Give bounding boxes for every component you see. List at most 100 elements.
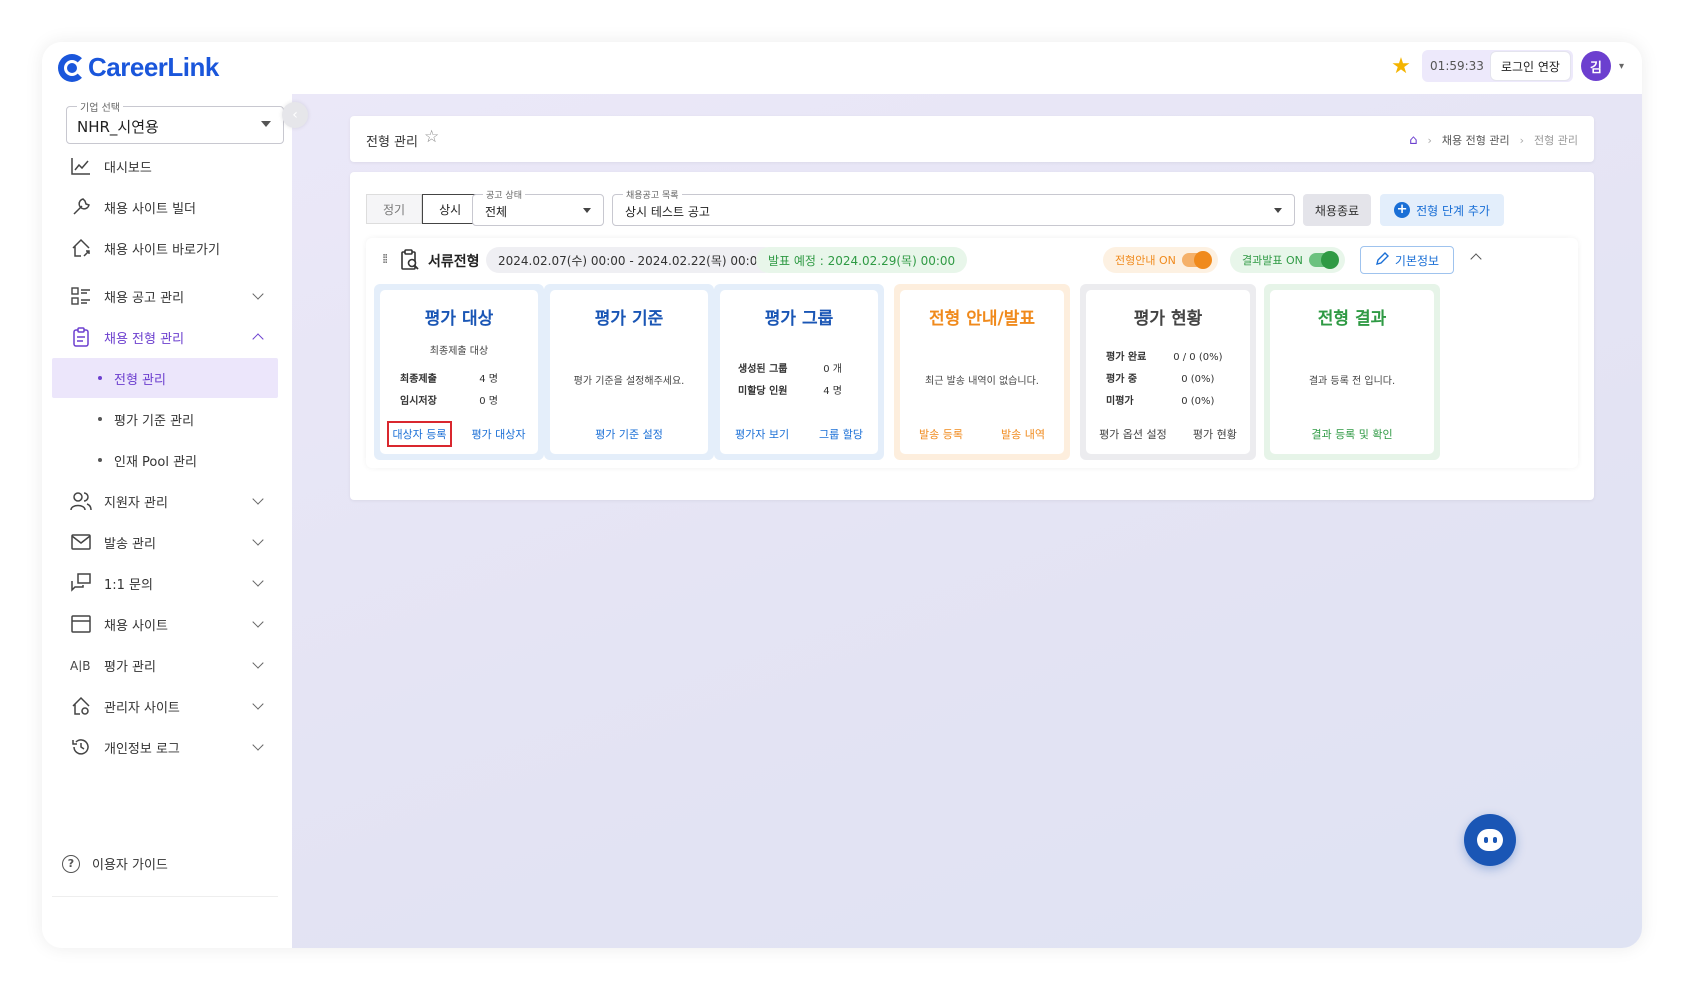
sidebar-subitem-stage-management[interactable]: 전형 관리	[52, 358, 278, 398]
announce-date: 발표 예정 : 2024.02.29(목) 00:00	[756, 247, 968, 273]
eval-targets-link[interactable]: 평가 대상자	[471, 426, 525, 442]
sidebar-collapse-button[interactable]: ‹	[282, 102, 308, 128]
extend-login-button[interactable]: 로그인 연장	[1489, 51, 1571, 81]
sidebar-item-evaluation[interactable]: A|B 평가 관리	[52, 645, 278, 685]
breadcrumb-separator-icon: ›	[1427, 133, 1432, 147]
add-stage-button[interactable]: + 전형 단계 추가	[1380, 194, 1504, 226]
toggle-switch-icon[interactable]	[1308, 251, 1339, 269]
kv-row: 최종제출 4 명	[400, 370, 498, 385]
stage-management-card: 정기 상시 공고 상태 전체 채용공고 목록 상시 테스트 공고 채용종료 + …	[350, 172, 1594, 500]
bookmark-star-icon[interactable]: ☆	[424, 127, 439, 147]
sidebar-item-label: 채용 공고 관리	[104, 290, 185, 306]
posting-list-legend: 채용공고 목록	[623, 188, 682, 201]
sidebar-item-posting[interactable]: 채용 공고 관리	[52, 276, 278, 316]
view-evaluators-link[interactable]: 평가자 보기	[735, 426, 789, 442]
history-icon	[70, 736, 92, 758]
stage-name: 서류전형	[428, 254, 480, 270]
session-timer: 01:59:33	[1430, 59, 1484, 73]
sidebar-divider	[52, 896, 278, 897]
logo-text: CareerLink	[88, 52, 219, 82]
company-select-value: NHR_시연용	[77, 118, 159, 136]
panel-title: 평가 그룹	[764, 309, 834, 329]
posting-status-value: 전체	[485, 205, 508, 219]
eval-options-link[interactable]: 평가 옵션 설정	[1099, 426, 1167, 442]
home-icon[interactable]: ⌂	[1409, 133, 1417, 148]
sidebar-item-messaging[interactable]: 발송 관리	[52, 522, 278, 562]
company-select[interactable]: 기업 선택 NHR_시연용	[66, 99, 284, 144]
result-register-link[interactable]: 결과 등록 및 확인	[1311, 426, 1392, 442]
chevron-down-icon	[252, 657, 264, 669]
sidebar-item-label: 평가 관리	[104, 659, 156, 675]
favorite-star-icon[interactable]: ★	[1388, 54, 1414, 79]
sidebar-item-site-builder[interactable]: 채용 사이트 빌더	[52, 187, 278, 227]
sidebar-item-inquiry[interactable]: 1:1 문의	[52, 563, 278, 603]
send-register-link[interactable]: 발송 등록	[919, 426, 963, 442]
assign-groups-link[interactable]: 그룹 할당	[819, 426, 863, 442]
kv-key: 임시저장	[400, 396, 437, 407]
sidebar-subitem-label: 전형 관리	[114, 372, 166, 388]
caret-down-icon	[583, 208, 591, 213]
admin-home-icon	[70, 695, 92, 717]
send-history-link[interactable]: 발송 내역	[1001, 426, 1045, 442]
posting-list-select[interactable]: 채용공고 목록 상시 테스트 공고	[612, 188, 1295, 226]
caret-down-icon	[261, 121, 271, 127]
sidebar-item-applicants[interactable]: 지원자 관리	[52, 481, 278, 521]
avatar-caret-icon[interactable]: ▾	[1619, 61, 1624, 72]
add-stage-label: 전형 단계 추가	[1416, 203, 1490, 218]
sidebar-item-label: 채용 사이트 빌더	[104, 201, 196, 217]
chevron-down-icon	[252, 698, 264, 710]
sidebar-item-recruit-site[interactable]: 채용 사이트	[52, 604, 278, 644]
end-recruitment-button[interactable]: 채용종료	[1303, 194, 1371, 226]
list-icon	[70, 285, 92, 307]
sidebar-item-label: 발송 관리	[104, 536, 156, 552]
user-avatar[interactable]: 김	[1580, 51, 1611, 81]
kv-row: 평가 완료 0 / 0 (0%)	[1106, 348, 1222, 363]
chat-bubble-icon	[1477, 829, 1503, 851]
set-criteria-link[interactable]: 평가 기준 설정	[595, 426, 663, 442]
kv-key: 최종제출	[400, 374, 437, 385]
sidebar-item-label: 대시보드	[104, 160, 152, 176]
drag-handle-icon[interactable]: ⁞⁞	[382, 252, 388, 267]
eval-criteria-panel: 평가 기준 평가 기준을 설정해주세요. 평가 기준 설정	[544, 284, 714, 460]
breadcrumb-item[interactable]: 채용 전형 관리	[1442, 132, 1510, 148]
clipboard-icon	[70, 326, 92, 348]
sidebar-item-label: 채용 사이트 바로가기	[104, 242, 220, 258]
chat-support-button[interactable]	[1464, 814, 1516, 866]
sidebar-subitem-talent-pool[interactable]: 인재 Pool 관리	[52, 440, 278, 480]
sidebar-subitem-criteria[interactable]: 평가 기준 관리	[52, 399, 278, 439]
result-toggle[interactable]: 결과발표 ON	[1230, 247, 1345, 273]
sidebar-item-label: 지원자 관리	[104, 495, 168, 511]
chevron-up-icon[interactable]	[1470, 253, 1482, 265]
segment-regular[interactable]: 정기	[366, 194, 423, 224]
guide-toggle[interactable]: 전형안내 ON	[1103, 247, 1218, 273]
panel-message: 결과 등록 전 입니다.	[1308, 376, 1396, 387]
register-targets-link[interactable]: 대상자 등록	[387, 421, 452, 447]
svg-text:A|B: A|B	[70, 659, 90, 672]
sidebar-item-selection[interactable]: 채용 전형 관리	[52, 317, 278, 357]
user-guide-link[interactable]: ? 이용자 가이드	[62, 854, 168, 873]
panel-title: 전형 결과	[1317, 309, 1387, 329]
sidebar-item-site-shortcut[interactable]: 채용 사이트 바로가기	[52, 228, 278, 268]
sidebar-item-admin-site[interactable]: 관리자 사이트	[52, 686, 278, 726]
toggle-switch-icon[interactable]	[1181, 251, 1212, 269]
kv-key: 미할당 인원	[738, 386, 788, 397]
breadcrumb-current: 전형 관리	[1534, 134, 1578, 147]
page-title-card: 전형 관리 ☆ ⌂ › 채용 전형 관리 › 전형 관리	[350, 116, 1594, 162]
segment-ongoing[interactable]: 상시	[422, 194, 479, 224]
bullet-icon	[98, 458, 102, 462]
pencil-icon	[1375, 251, 1389, 269]
posting-type-toggle: 정기 상시	[366, 194, 479, 224]
eval-targets-panel: 평가 대상 최종제출 대상 최종제출 4 명 임시저장 0 명 대상자 등록 평…	[374, 284, 544, 460]
careerlink-logo[interactable]: CareerLink	[58, 52, 219, 83]
basic-info-button[interactable]: 기본정보	[1360, 246, 1454, 274]
stage-period: 2024.02.07(수) 00:00 - 2024.02.22(목) 00:0…	[486, 247, 777, 273]
kv-value: 0 / 0 (0%)	[1173, 352, 1223, 363]
sidebar-item-dashboard[interactable]: 대시보드	[52, 146, 278, 186]
posting-status-select[interactable]: 공고 상태 전체	[472, 188, 604, 226]
help-icon: ?	[62, 854, 80, 873]
eval-status-link[interactable]: 평가 현황	[1193, 426, 1237, 442]
calendar-icon	[70, 613, 92, 635]
sidebar: 기업 선택 NHR_시연용 대시보드 채용 사이트 빌더 채용 사이트 바로가기…	[42, 94, 292, 948]
user-guide-label: 이용자 가이드	[92, 858, 168, 873]
sidebar-item-privacy-log[interactable]: 개인정보 로그	[52, 727, 278, 767]
